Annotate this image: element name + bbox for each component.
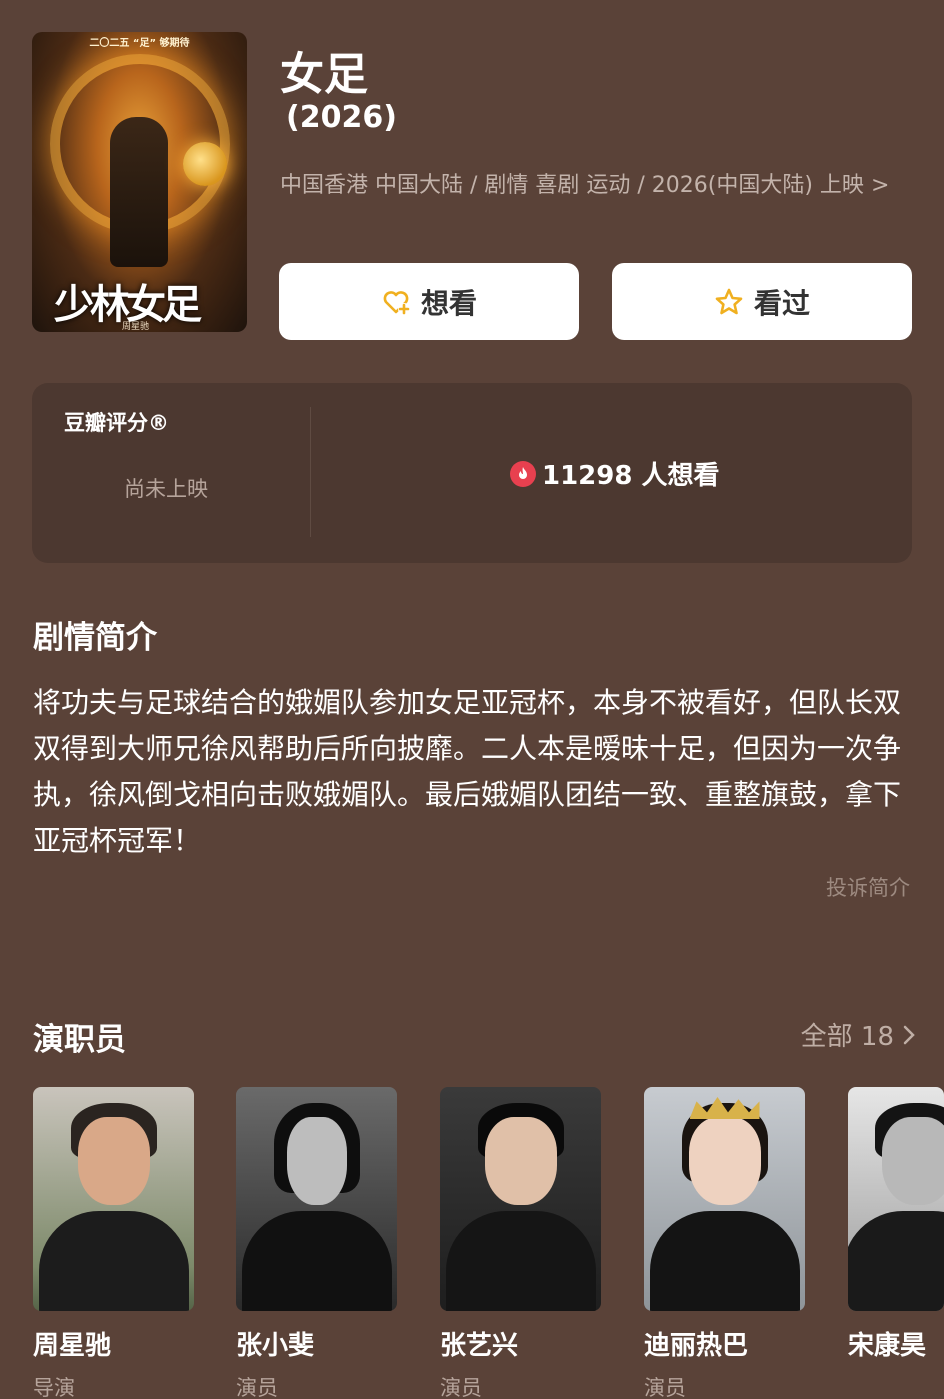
- star-icon: [715, 288, 743, 314]
- cast-title: 演职员: [33, 1022, 126, 1058]
- wish-count: 11298 人想看: [510, 455, 720, 492]
- fire-icon: [510, 460, 536, 487]
- movie-meta[interactable]: 中国香港 中国大陆 / 剧情 喜剧 运动 / 2026(中国大陆) 上映 >: [280, 166, 910, 206]
- movie-title: 女足: [280, 49, 368, 100]
- cast-name: 迪丽热巴: [644, 1331, 749, 1361]
- cast-role: 演员: [236, 1376, 278, 1399]
- wish-count-text: 11298 人想看: [542, 461, 720, 491]
- cast-name: 张艺兴: [440, 1331, 519, 1361]
- cast-photo: [848, 1087, 944, 1311]
- movie-year: (2026): [286, 100, 397, 135]
- rating-label: 豆瓣评分®: [64, 411, 169, 435]
- cast-role: 演员: [440, 1376, 482, 1399]
- chevron-right-icon: [903, 1025, 915, 1044]
- want-to-watch-label: 想看: [420, 286, 477, 320]
- cast-card[interactable]: 张艺兴 演员: [440, 1087, 601, 1399]
- want-to-watch-button[interactable]: 想看: [279, 263, 579, 340]
- cast-card[interactable]: 张小斐 演员: [236, 1087, 397, 1399]
- cast-role: 演员: [644, 1376, 686, 1399]
- poster-football: [183, 142, 227, 186]
- movie-poster[interactable]: 二〇二五 “足” 够期待 少林女足 周星驰: [32, 32, 247, 332]
- cast-role: 导演: [33, 1376, 75, 1399]
- cast-name: 宋康昊: [848, 1331, 927, 1361]
- report-synopsis-link[interactable]: 投诉简介: [826, 872, 910, 902]
- poster-top-text: 二〇二五 “足” 够期待: [89, 38, 190, 49]
- all-cast-link[interactable]: 全部 18: [801, 1016, 916, 1053]
- rating-status: 尚未上映: [124, 477, 208, 501]
- cast-name: 周星驰: [33, 1331, 112, 1361]
- all-cast-label: 全部 18: [800, 1022, 894, 1052]
- cast-name: 张小斐: [236, 1331, 315, 1361]
- chevron-right-icon: >: [870, 173, 890, 198]
- synopsis-title: 剧情简介: [33, 620, 157, 656]
- cast-photo: [236, 1087, 397, 1311]
- cast-photo: [644, 1087, 805, 1311]
- poster-figure: [110, 117, 168, 267]
- cast-card[interactable]: 宋康昊: [848, 1087, 944, 1362]
- cast-photo: [33, 1087, 194, 1311]
- cast-card[interactable]: 周星驰 导演: [33, 1087, 194, 1399]
- poster-director: 周星驰: [122, 322, 150, 332]
- heart-plus-icon: [383, 290, 410, 315]
- cast-card[interactable]: 迪丽热巴 演员: [644, 1087, 805, 1399]
- watched-label: 看过: [753, 286, 810, 320]
- rating-divider: [310, 407, 311, 537]
- cast-photo: [440, 1087, 601, 1311]
- watched-button[interactable]: 看过: [612, 263, 912, 340]
- movie-meta-text: 中国香港 中国大陆 / 剧情 喜剧 运动 / 2026(中国大陆) 上映: [280, 173, 864, 198]
- rating-card: 豆瓣评分® 尚未上映 11298 人想看: [32, 383, 912, 563]
- synopsis-text: 将功夫与足球结合的娥媚队参加女足亚冠杯，本身不被看好，但队长双双得到大师兄徐风帮…: [33, 686, 902, 857]
